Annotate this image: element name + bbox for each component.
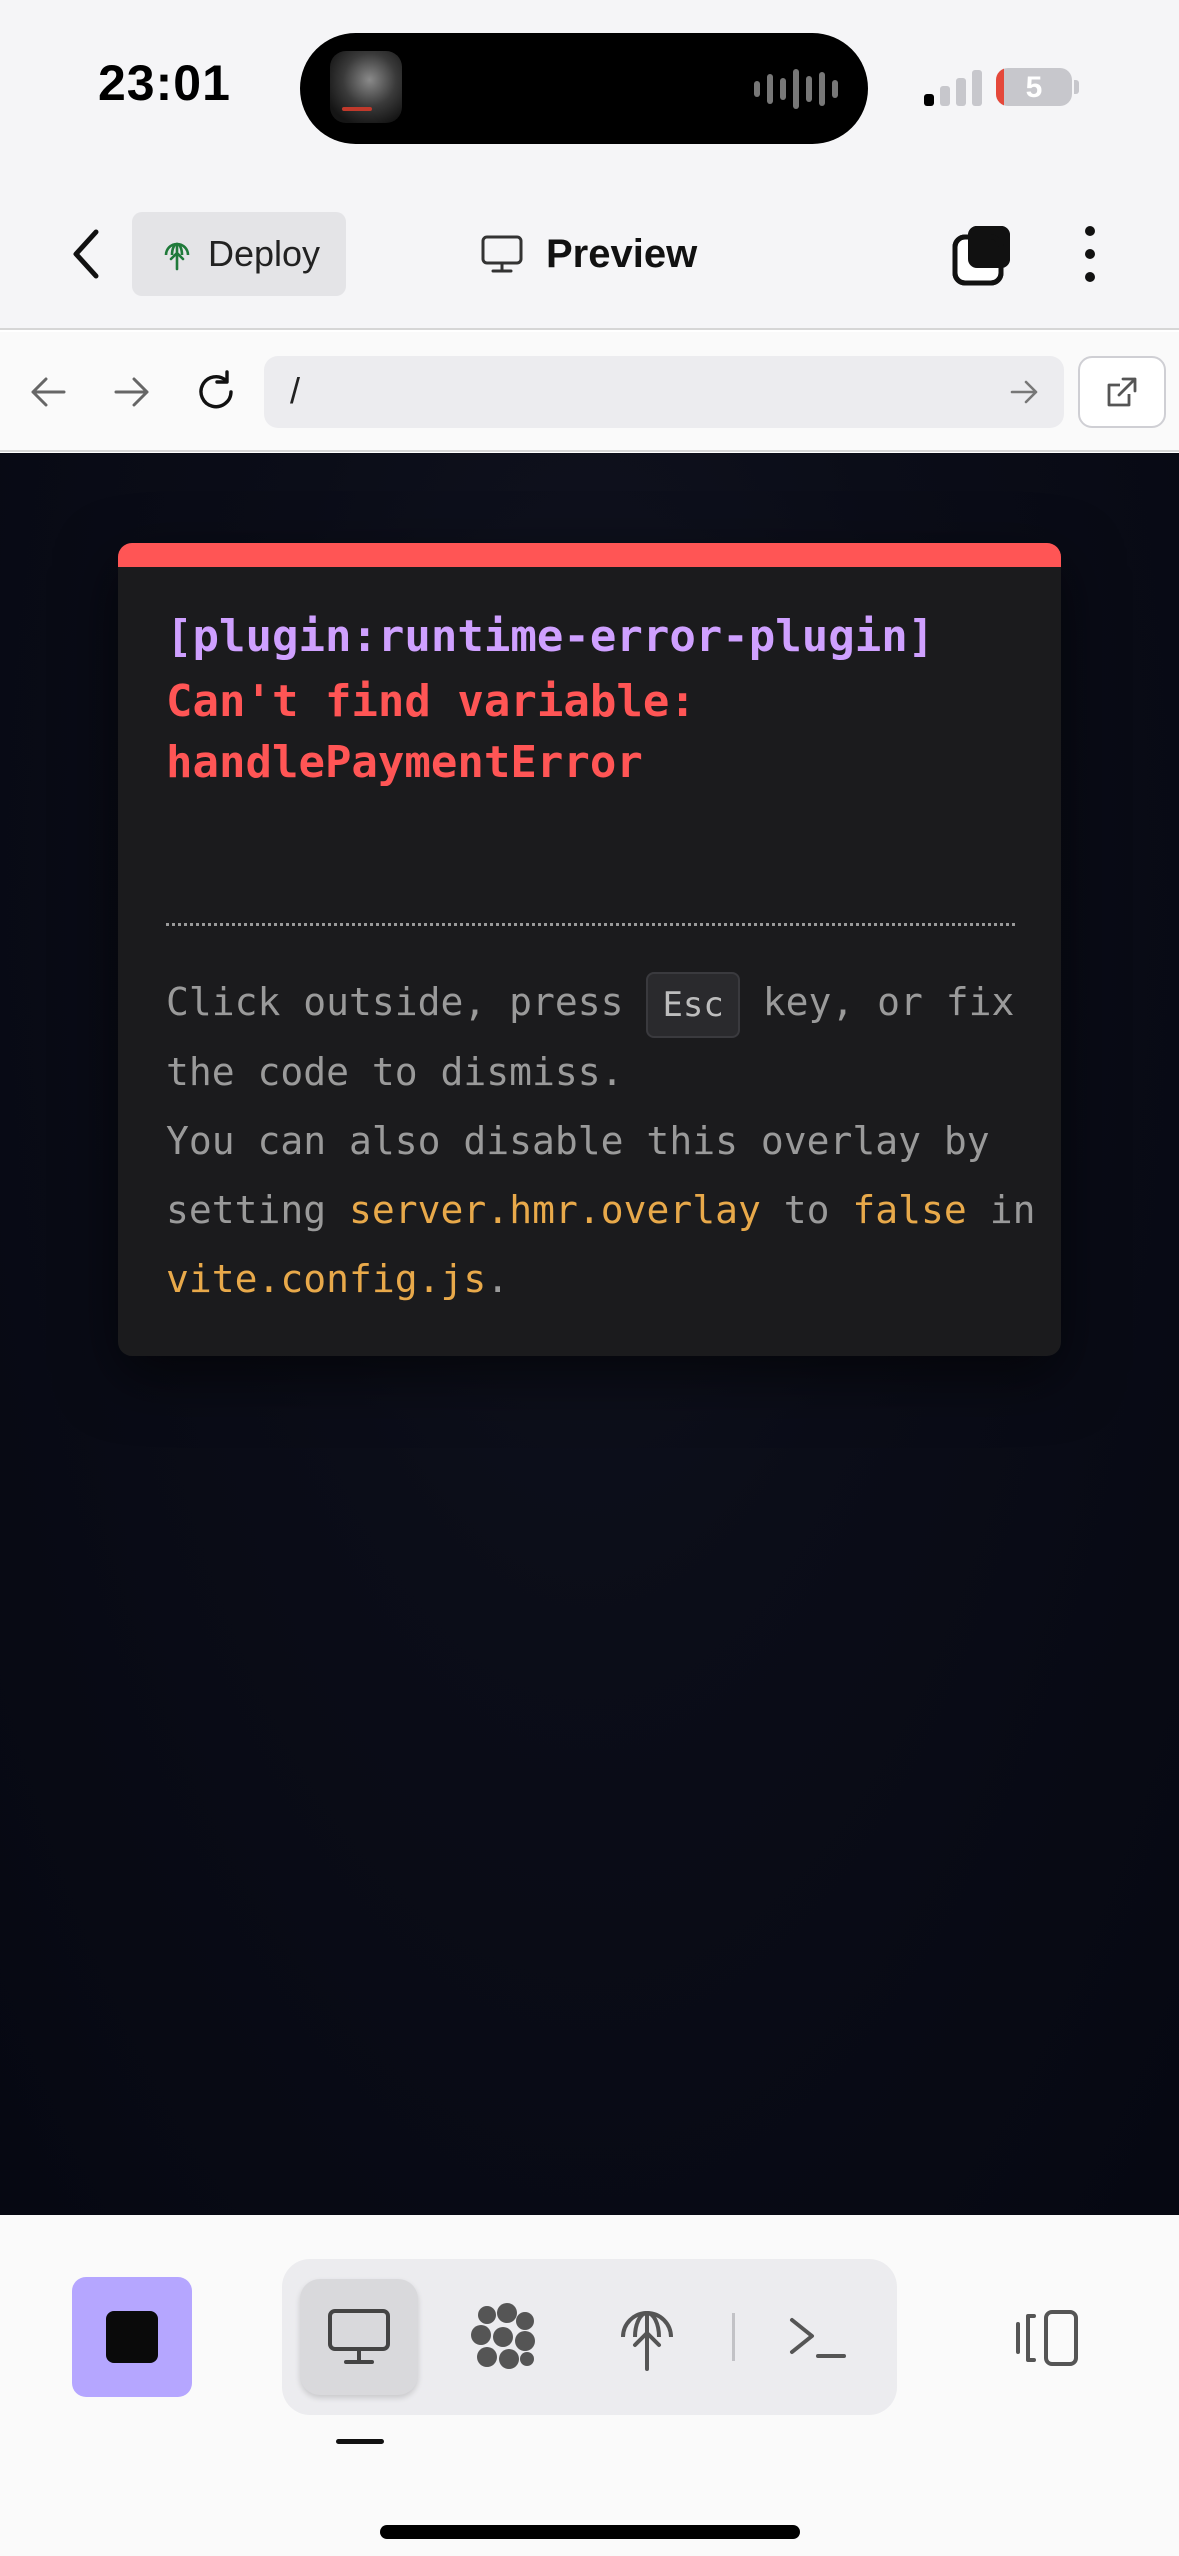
monitor-icon: [328, 2309, 390, 2364]
deploy-icon: [164, 242, 190, 271]
toggle-panel-button[interactable]: [1006, 2303, 1086, 2373]
audio-waveform-icon: [754, 67, 838, 111]
tip-text: to: [783, 1187, 830, 1232]
battery-level: 5: [1025, 71, 1043, 104]
reload-icon: [199, 370, 233, 409]
monitor-icon: [481, 235, 523, 273]
status-time: 23:01: [98, 55, 231, 111]
now-playing-artwork: [330, 51, 402, 123]
arrow-right-icon: [114, 377, 149, 407]
esc-key: Esc: [646, 971, 740, 1038]
tool-switcher: [282, 2259, 897, 2415]
go-arrow-icon[interactable]: [1002, 370, 1046, 414]
url-text: /: [290, 370, 301, 411]
error-tip: Click outside, press Esc key, or fix the…: [166, 968, 1036, 1314]
tip-text: in: [989, 1187, 1036, 1232]
error-message: Can't find variable: handlePaymentError: [166, 676, 696, 788]
more-dot: [1085, 226, 1095, 236]
dynamic-island[interactable]: [300, 33, 868, 144]
home-indicator[interactable]: [380, 2525, 800, 2539]
app-header: Deploy Preview: [0, 180, 1179, 330]
tip-code: vite.config.js: [166, 1256, 487, 1301]
stop-icon: [106, 2311, 158, 2363]
error-overlay-card: [plugin:runtime-error-plugin] Can't find…: [118, 543, 1061, 1356]
preview-frame[interactable]: [plugin:runtime-error-plugin] Can't find…: [0, 453, 1179, 2215]
active-tool-indicator: [336, 2439, 384, 2444]
more-menu-button[interactable]: [1070, 220, 1110, 288]
tip-code: server.hmr.overlay: [349, 1187, 761, 1232]
external-link-icon: [1107, 377, 1137, 407]
status-bar: 23:01 5: [0, 0, 1179, 180]
error-accent-bar: [118, 543, 1061, 567]
more-dot: [1085, 272, 1095, 282]
deploy-label: Deploy: [208, 233, 321, 274]
tabs-button[interactable]: [950, 222, 1014, 286]
bottom-toolbar: [0, 2215, 1179, 2556]
error-plugin-name: [plugin:runtime-error-plugin]: [166, 611, 935, 662]
browser-back-button[interactable]: [18, 362, 78, 422]
agent-icon: [471, 2303, 535, 2369]
deploy-icon: [621, 2311, 673, 2371]
page-title: Preview: [480, 224, 697, 284]
tool-separator: [732, 2313, 735, 2361]
stacked-tabs-icon: [952, 226, 1010, 286]
browser-forward-button[interactable]: [102, 362, 162, 422]
more-dot: [1085, 249, 1095, 259]
open-external-button[interactable]: [1078, 356, 1166, 428]
url-input[interactable]: /: [264, 356, 1064, 428]
cellular-signal-icon: [924, 66, 982, 106]
chevron-left-icon: [73, 229, 99, 279]
tip-text: Click outside, press: [166, 980, 624, 1024]
shell-icon: [790, 2318, 846, 2358]
deploy-button[interactable]: Deploy: [132, 212, 346, 296]
browser-bar: /: [0, 332, 1179, 452]
tool-agent-button[interactable]: [444, 2279, 562, 2395]
back-button[interactable]: [58, 224, 114, 284]
tip-text: .: [486, 1256, 510, 1301]
tool-deploy-button[interactable]: [588, 2279, 706, 2395]
error-divider: [166, 923, 1015, 926]
page-title-text: Preview: [546, 231, 698, 276]
reload-button[interactable]: [186, 362, 246, 422]
tip-code: false: [852, 1187, 967, 1232]
stop-button[interactable]: [72, 2277, 192, 2397]
arrow-left-icon: [31, 377, 66, 407]
panel-toggle-icon: [1016, 2310, 1078, 2366]
tool-preview-button[interactable]: [300, 2279, 418, 2395]
tool-shell-button[interactable]: [758, 2279, 876, 2395]
battery-cap: [1074, 80, 1079, 94]
battery-icon: 5: [996, 68, 1072, 106]
